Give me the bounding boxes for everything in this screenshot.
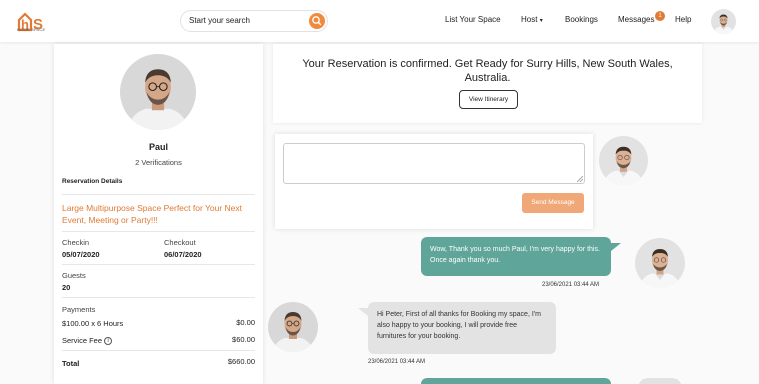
send-message-button[interactable]: Send Message [522,193,584,213]
payment-line-amount: $0.00 [236,318,255,327]
bubble-tail [611,243,621,251]
service-fee-text: Service Fee [62,336,103,345]
bubble-tail [358,308,368,316]
nav-bookings[interactable]: Bookings [565,15,598,24]
nav-host-dropdown[interactable]: Host ▾ [521,15,543,24]
payments-label: Payments [62,305,96,314]
payment-line-label: $100.00 x 6 Hours [62,319,124,328]
info-icon[interactable]: i [104,337,113,346]
search-bar[interactable]: Start your search [180,10,328,32]
space-title-link[interactable]: Large Multipurpose Space Perfect for You… [62,202,252,226]
service-fee-amount: $60.00 [232,335,255,344]
divider [62,194,255,195]
message-timestamp: 23/06/2021 03:44 AM [368,359,426,365]
confirmation-panel: Your Reservation is confirmed. Get Ready… [273,44,702,123]
checkout-value: 06/07/2020 [164,250,202,259]
divider [62,297,255,298]
search-placeholder: Start your search [189,16,250,25]
search-icon [312,16,322,26]
divider [62,350,255,351]
message-bubble-partial [421,378,611,384]
message-text: Wow, Thank you so much Paul, I'm very ha… [430,246,600,264]
divider [62,264,255,265]
checkin-label: Checkin [62,238,90,247]
total-amount: $660.00 [227,357,255,366]
host-avatar [120,54,196,130]
message-text: Hi Peter, First of all thanks for Bookin… [377,311,541,340]
nav-list-your-space[interactable]: List Your Space [445,15,501,24]
nav-host-label: Host [521,15,538,24]
message-bubble-received: Hi Peter, First of all thanks for Bookin… [368,302,556,354]
confirmation-message: Your Reservation is confirmed. Get Ready… [302,58,673,84]
avatar-partial [638,378,682,384]
divider [62,231,255,232]
checkin-value: 05/07/2020 [62,250,100,259]
checkout-label: Checkout [164,238,196,247]
sender-avatar [635,238,685,288]
logo-subtitle: HOME SPACE [17,27,46,32]
total-label: Total [62,359,80,368]
message-bubble-sent: Wow, Thank you so much Paul, I'm very ha… [421,237,611,276]
composer-user-avatar [599,136,648,185]
reservation-card: Paul 2 Verifications Reservation Details… [54,44,263,384]
verifications-count: 2 Verifications [135,158,182,167]
messages-badge: 1 [655,11,665,21]
nav-messages[interactable]: Messages [618,15,654,24]
caret-down-icon: ▾ [539,18,543,24]
resize-handle-icon[interactable] [577,176,583,182]
message-input[interactable] [283,143,585,184]
nav-help[interactable]: Help [675,15,691,24]
host-message-avatar [268,302,318,352]
top-navbar: h S HOME SPACE Start your search List Yo… [0,0,759,42]
reservation-details-title: Reservation Details [62,178,123,185]
user-avatar[interactable] [711,9,736,34]
guests-label: Guests [62,271,86,280]
view-itinerary-button[interactable]: View Itinerary [459,90,518,109]
guests-value: 20 [62,283,71,292]
host-name: Paul [148,142,168,152]
service-fee-label: Service Fee i [62,336,113,346]
search-button[interactable] [309,13,325,29]
message-composer: Send Message [275,134,593,229]
message-timestamp: 23/06/2021 03:44 AM [542,282,600,288]
